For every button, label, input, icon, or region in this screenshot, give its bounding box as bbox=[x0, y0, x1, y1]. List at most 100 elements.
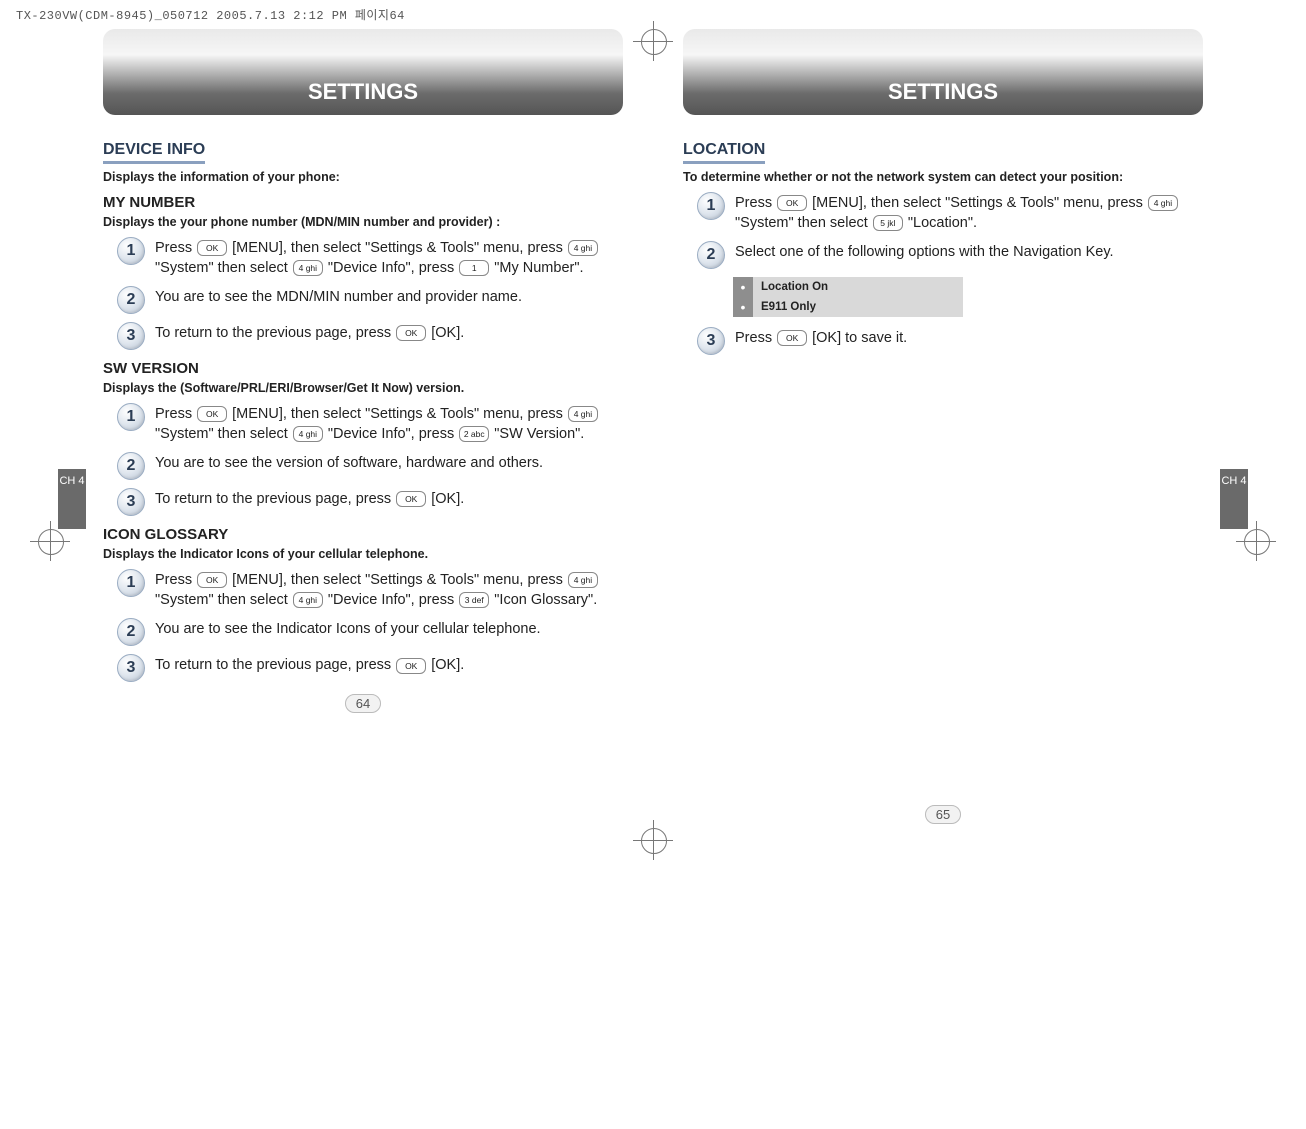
text-fragment: To return to the previous page, press bbox=[155, 491, 395, 507]
page-number-right: 65 bbox=[683, 807, 1203, 822]
step-item: 1 Press OK [MENU], then select "Settings… bbox=[117, 237, 623, 278]
option-label: E911 Only bbox=[753, 298, 824, 316]
section-location-desc: To determine whether or not the network … bbox=[683, 170, 1203, 184]
step-text: To return to the previous page, press OK… bbox=[155, 654, 464, 676]
step-text: Press OK [MENU], then select "Settings &… bbox=[735, 192, 1203, 233]
step-number-badge: 2 bbox=[117, 286, 145, 314]
text-fragment: [OK]. bbox=[427, 657, 464, 673]
subsection-my-number-desc: Displays the your phone number (MDN/MIN … bbox=[103, 215, 623, 229]
ok-key-icon: OK bbox=[777, 195, 807, 211]
page-number-left: 64 bbox=[103, 696, 623, 711]
key-3-icon: 3 def bbox=[459, 592, 489, 608]
text-fragment: Press bbox=[155, 572, 196, 588]
step-text: Press OK [MENU], then select "Settings &… bbox=[155, 569, 623, 610]
text-fragment: [MENU], then select "Settings & Tools" m… bbox=[808, 195, 1147, 211]
step-text: Select one of the following options with… bbox=[735, 241, 1114, 263]
step-item: 3 To return to the previous page, press … bbox=[117, 322, 623, 350]
text-fragment: To return to the previous page, press bbox=[155, 325, 395, 341]
key-5-icon: 5 jkl bbox=[873, 215, 903, 231]
step-number-badge: 3 bbox=[117, 654, 145, 682]
step-text: You are to see the version of software, … bbox=[155, 452, 543, 474]
option-row: • E911 Only bbox=[733, 297, 963, 317]
step-item: 1 Press OK [MENU], then select "Settings… bbox=[697, 192, 1203, 233]
text-fragment: "System" then select bbox=[155, 426, 292, 442]
key-4-icon: 4 ghi bbox=[293, 426, 323, 442]
step-number-badge: 2 bbox=[697, 241, 725, 269]
step-item: 1 Press OK [MENU], then select "Settings… bbox=[117, 403, 623, 444]
step-text: Press OK [MENU], then select "Settings &… bbox=[155, 403, 623, 444]
step-text: Press OK [MENU], then select "Settings &… bbox=[155, 237, 623, 278]
page-right: SETTINGS LOCATION To determine whether o… bbox=[653, 29, 1233, 822]
option-row: • Location On bbox=[733, 277, 963, 297]
subsection-sw-version-desc: Displays the (Software/PRL/ERI/Browser/G… bbox=[103, 381, 623, 395]
text-fragment: [MENU], then select "Settings & Tools" m… bbox=[228, 406, 567, 422]
step-text: To return to the previous page, press OK… bbox=[155, 322, 464, 344]
step-number-badge: 1 bbox=[697, 192, 725, 220]
text-fragment: "System" then select bbox=[155, 260, 292, 276]
step-text: You are to see the Indicator Icons of yo… bbox=[155, 618, 541, 640]
chapter-header-left: SETTINGS bbox=[103, 29, 623, 115]
section-device-info-title: DEVICE INFO bbox=[103, 141, 205, 164]
text-fragment: "Device Info", press bbox=[324, 260, 458, 276]
step-item: 1 Press OK [MENU], then select "Settings… bbox=[117, 569, 623, 610]
chapter-header-right: SETTINGS bbox=[683, 29, 1203, 115]
ok-key-icon: OK bbox=[396, 658, 426, 674]
text-fragment: Press bbox=[155, 240, 196, 256]
text-fragment: To return to the previous page, press bbox=[155, 657, 395, 673]
step-number-badge: 1 bbox=[117, 403, 145, 431]
key-4-icon: 4 ghi bbox=[293, 260, 323, 276]
text-fragment: [MENU], then select "Settings & Tools" m… bbox=[228, 572, 567, 588]
ok-key-icon: OK bbox=[396, 491, 426, 507]
registration-mark-left bbox=[38, 529, 62, 553]
registration-mark-bottom bbox=[641, 828, 665, 852]
key-4-icon: 4 ghi bbox=[568, 240, 598, 256]
text-fragment: Press bbox=[155, 406, 196, 422]
text-fragment: [MENU], then select "Settings & Tools" m… bbox=[228, 240, 567, 256]
text-fragment: [OK]. bbox=[427, 325, 464, 341]
step-number-badge: 1 bbox=[117, 569, 145, 597]
key-1-icon: 1 bbox=[459, 260, 489, 276]
key-2-icon: 2 abc bbox=[459, 426, 489, 442]
ok-key-icon: OK bbox=[197, 572, 227, 588]
ok-key-icon: OK bbox=[197, 240, 227, 256]
text-fragment: [OK] to save it. bbox=[808, 330, 907, 346]
step-number-badge: 3 bbox=[117, 488, 145, 516]
subsection-sw-version-title: SW VERSION bbox=[103, 360, 623, 377]
text-fragment: "Icon Glossary". bbox=[490, 592, 597, 608]
key-4-icon: 4 ghi bbox=[568, 572, 598, 588]
step-item: 2 You are to see the Indicator Icons of … bbox=[117, 618, 623, 646]
step-number-badge: 2 bbox=[117, 452, 145, 480]
step-item: 2 You are to see the version of software… bbox=[117, 452, 623, 480]
section-location-title: LOCATION bbox=[683, 141, 765, 164]
text-fragment: Press bbox=[735, 195, 776, 211]
section-device-info-desc: Displays the information of your phone: bbox=[103, 170, 623, 184]
key-4-icon: 4 ghi bbox=[568, 406, 598, 422]
step-text: You are to see the MDN/MIN number and pr… bbox=[155, 286, 522, 308]
text-fragment: "Device Info", press bbox=[324, 426, 458, 442]
text-fragment: "System" then select bbox=[735, 215, 872, 231]
step-number-badge: 3 bbox=[697, 327, 725, 355]
step-number-badge: 1 bbox=[117, 237, 145, 265]
step-item: 2 You are to see the MDN/MIN number and … bbox=[117, 286, 623, 314]
ok-key-icon: OK bbox=[777, 330, 807, 346]
step-item: 3 To return to the previous page, press … bbox=[117, 488, 623, 516]
step-number-badge: 3 bbox=[117, 322, 145, 350]
text-fragment: "Device Info", press bbox=[324, 592, 458, 608]
page-spread: CH 4 CH 4 SETTINGS DEVICE INFO Displays … bbox=[0, 29, 1306, 882]
step-number-badge: 2 bbox=[117, 618, 145, 646]
page-left: SETTINGS DEVICE INFO Displays the inform… bbox=[73, 29, 653, 822]
bullet-icon: • bbox=[733, 277, 753, 297]
bullet-icon: • bbox=[733, 297, 753, 317]
step-item: 3 To return to the previous page, press … bbox=[117, 654, 623, 682]
step-item: 3 Press OK [OK] to save it. bbox=[697, 327, 1203, 355]
text-fragment: "My Number". bbox=[490, 260, 583, 276]
registration-mark-right bbox=[1244, 529, 1268, 553]
key-4-icon: 4 ghi bbox=[293, 592, 323, 608]
option-label: Location On bbox=[753, 278, 836, 296]
subsection-icon-glossary-desc: Displays the Indicator Icons of your cel… bbox=[103, 547, 623, 561]
text-fragment: "SW Version". bbox=[490, 426, 584, 442]
text-fragment: "System" then select bbox=[155, 592, 292, 608]
key-4-icon: 4 ghi bbox=[1148, 195, 1178, 211]
text-fragment: "Location". bbox=[904, 215, 977, 231]
ok-key-icon: OK bbox=[197, 406, 227, 422]
